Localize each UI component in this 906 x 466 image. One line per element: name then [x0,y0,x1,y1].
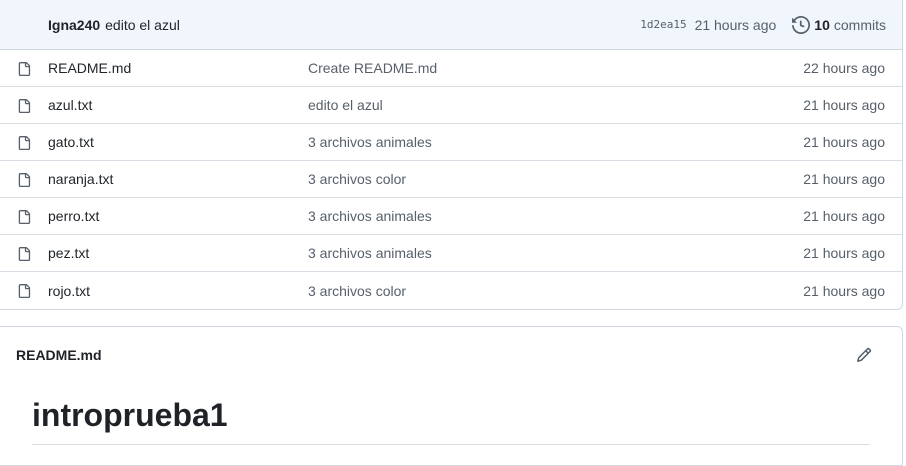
file-list: README.md Create README.md 22 hours ago azu… [0,50,902,309]
commit-age: 21 hours ago [694,16,777,33]
readme-header: README.md [0,327,902,383]
file-commit-age: 21 hours ago [803,208,885,224]
readme-content: introprueba1 [0,397,902,445]
file-commit-age: 21 hours ago [803,171,885,187]
file-name-link[interactable]: gato.txt [48,134,94,150]
commits-label: commits [833,16,886,33]
file-row[interactable]: pez.txt 3 archivos animales 21 hours ago [0,235,902,272]
file-commit-message-link[interactable]: 3 archivos animales [308,208,432,224]
file-commit-message-link[interactable]: edito el azul [308,97,383,113]
file-browser: Igna240 edito el azul 1d2ea15 21 hours a… [0,0,903,310]
file-name-link[interactable]: azul.txt [48,97,92,113]
readme-heading: introprueba1 [32,397,870,445]
pencil-icon [856,347,872,363]
edit-readme-button[interactable] [850,341,878,369]
file-commit-message-link[interactable]: 3 archivos animales [308,134,432,150]
file-row[interactable]: gato.txt 3 archivos animales 21 hours ago [0,124,902,161]
commit-sha-link[interactable]: 1d2ea15 [640,18,686,31]
commits-count: 10 [814,16,830,33]
file-commit-age: 21 hours ago [803,97,885,113]
file-commit-age: 21 hours ago [803,134,885,150]
readme-filename[interactable]: README.md [16,347,850,363]
commit-author-link[interactable]: Igna240 [48,17,100,33]
file-commit-message-link[interactable]: 3 archivos animales [308,245,432,261]
file-icon [18,62,31,76]
readme-panel: README.md introprueba1 [0,326,903,466]
file-icon [18,247,31,261]
file-name-link[interactable]: perro.txt [48,208,99,224]
file-commit-age: 21 hours ago [803,245,885,261]
file-commit-message-link[interactable]: 3 archivos color [308,171,406,187]
file-name-link[interactable]: naranja.txt [48,171,113,187]
file-name-link[interactable]: pez.txt [48,245,89,261]
file-icon [18,136,31,150]
file-row[interactable]: rojo.txt 3 archivos color 21 hours ago [0,272,902,309]
file-icon [18,284,31,298]
file-commit-age: 21 hours ago [803,282,885,299]
file-row[interactable]: azul.txt edito el azul 21 hours ago [0,87,902,124]
file-name-link[interactable]: README.md [48,60,131,76]
commit-message-link[interactable]: edito el azul [105,17,640,33]
commits-history-link[interactable]: 10 commits [792,15,886,34]
file-commit-age: 22 hours ago [803,60,885,76]
file-row[interactable]: perro.txt 3 archivos animales 21 hours ago [0,198,902,235]
file-row[interactable]: naranja.txt 3 archivos color 21 hours ago [0,161,902,198]
file-commit-message-link[interactable]: Create README.md [308,60,437,76]
history-icon [792,15,811,34]
file-row[interactable]: README.md Create README.md 22 hours ago [0,50,902,87]
file-icon [18,210,31,224]
latest-commit-bar: Igna240 edito el azul 1d2ea15 21 hours a… [0,0,902,50]
file-commit-message-link[interactable]: 3 archivos color [308,283,406,299]
file-icon [18,173,31,187]
file-name-link[interactable]: rojo.txt [48,283,90,299]
file-icon [18,99,31,113]
